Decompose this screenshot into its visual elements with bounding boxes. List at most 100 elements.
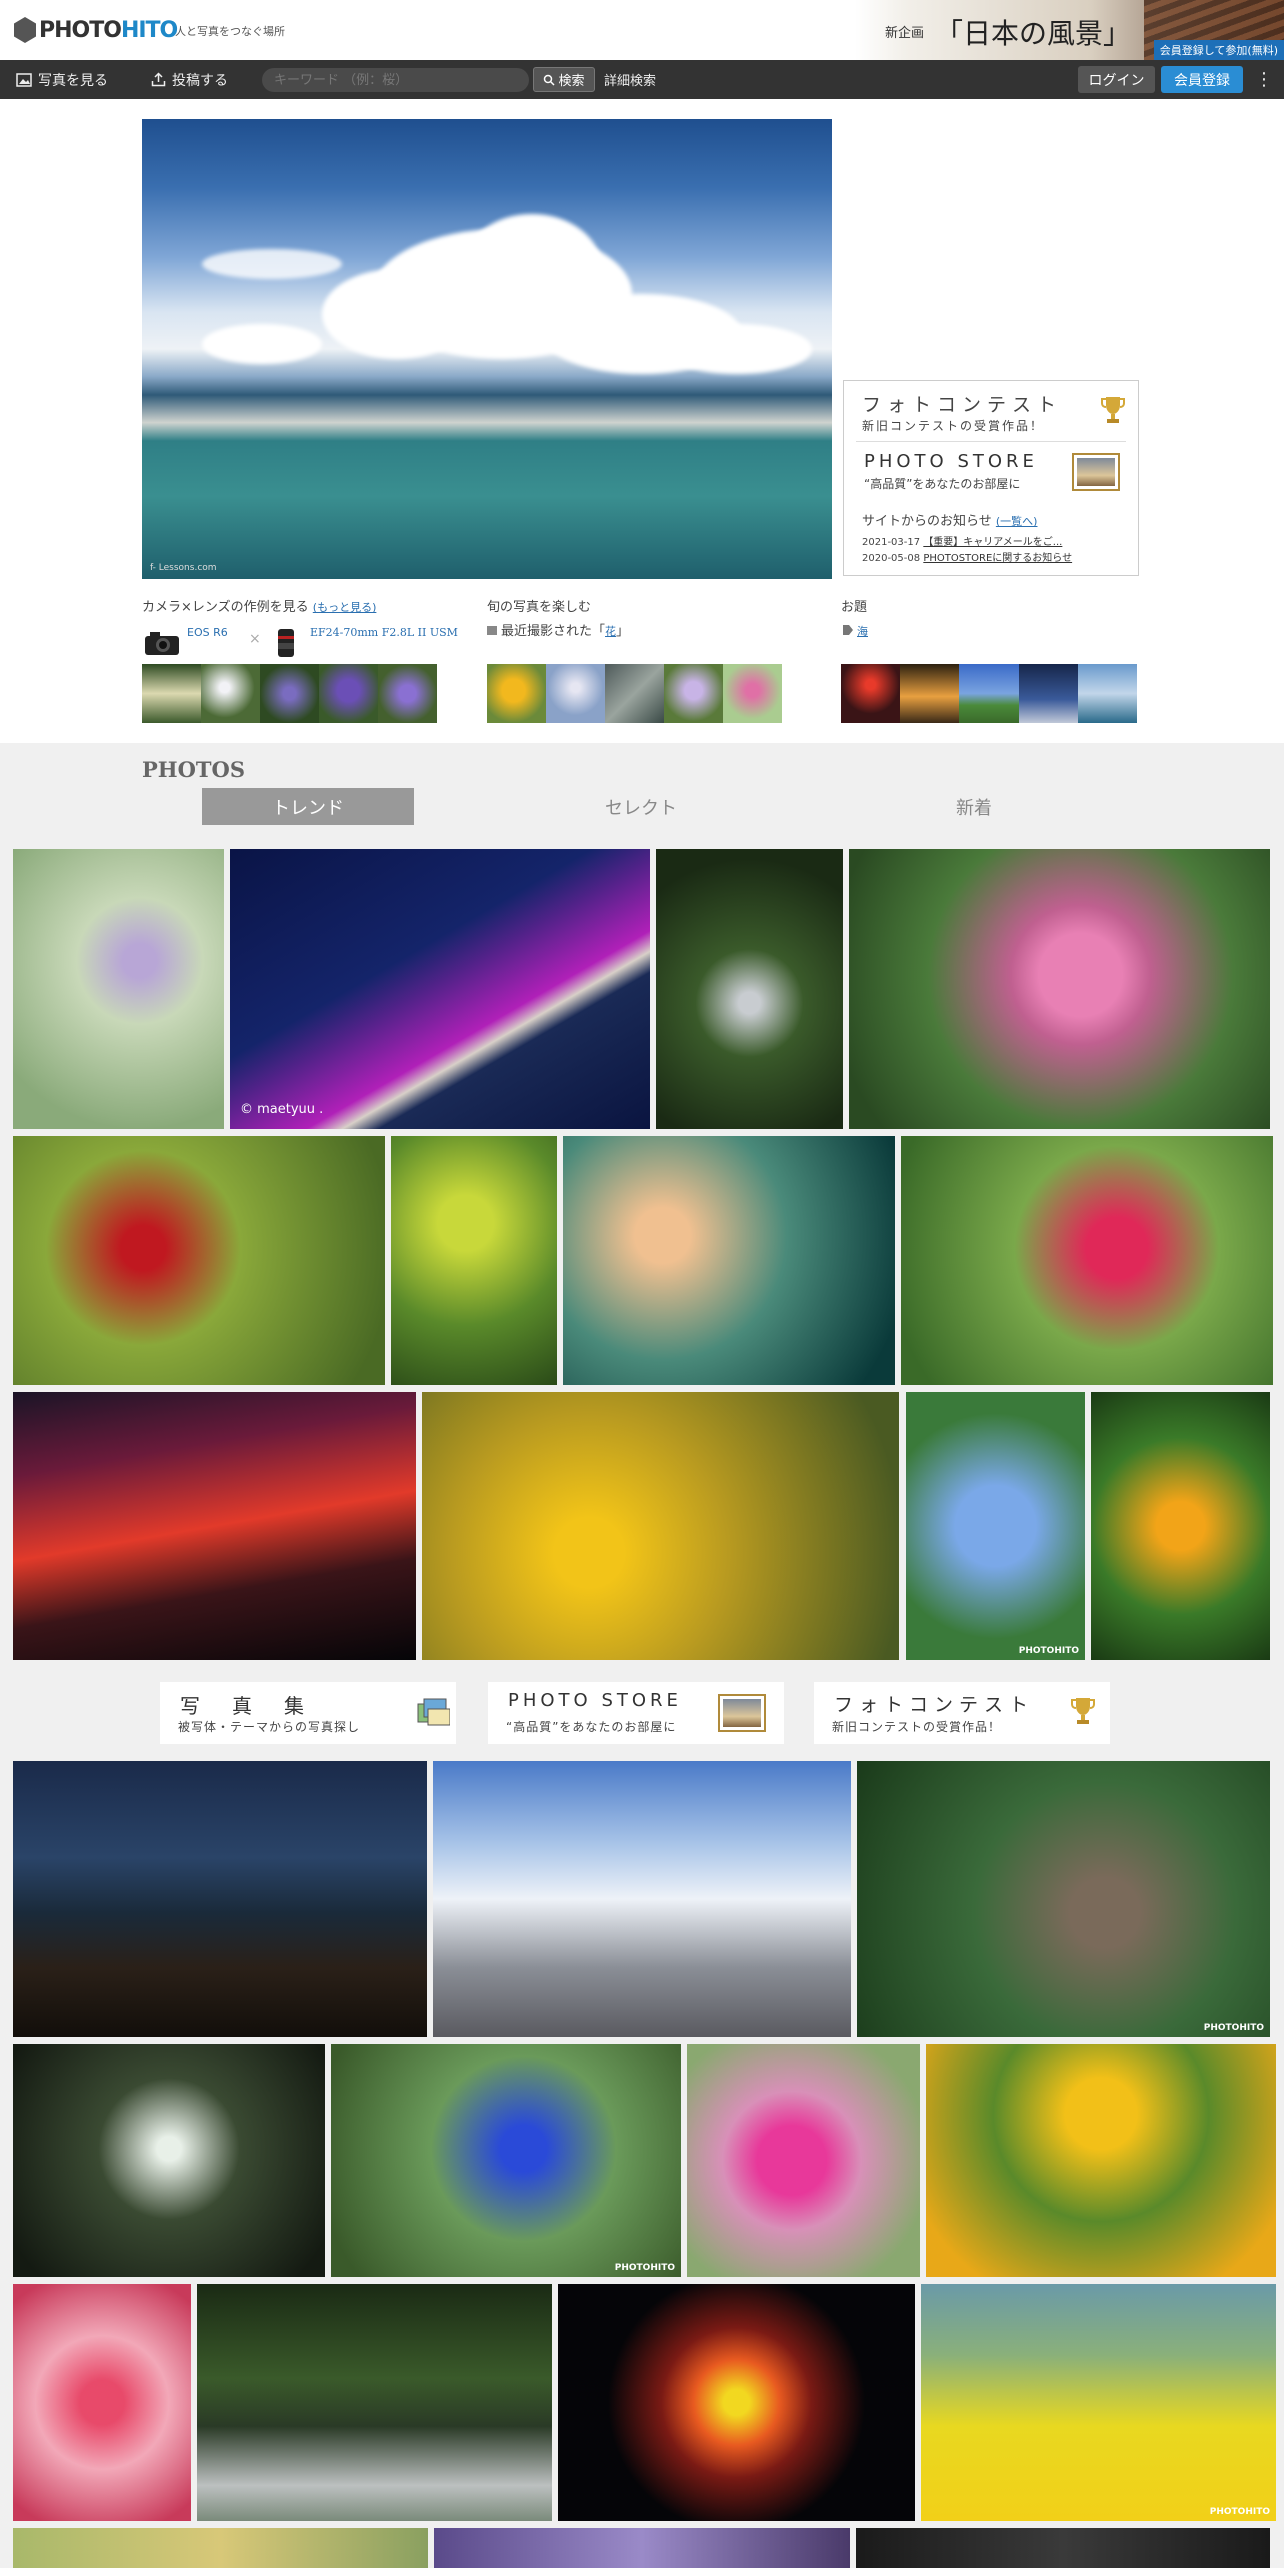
post-label: 投稿する bbox=[172, 72, 228, 89]
photo-tile[interactable] bbox=[433, 1761, 851, 2037]
topic-tag[interactable]: 海 bbox=[843, 623, 868, 639]
banner-title: 「日本の風景」 bbox=[935, 17, 1132, 50]
photo-watermark: PHOTOHITO bbox=[1018, 1646, 1079, 1656]
hero-credit: f- Lessons.com bbox=[150, 563, 217, 573]
hero-photo[interactable]: f- Lessons.com bbox=[142, 119, 832, 579]
divider bbox=[856, 441, 1126, 442]
photo-tile[interactable]: PHOTOHITO bbox=[331, 2044, 681, 2277]
photo-tile[interactable] bbox=[13, 2528, 428, 2568]
photo-album-icon bbox=[417, 1698, 450, 1726]
topic-block-title: お題 bbox=[841, 600, 868, 615]
view-photos-link[interactable]: 写真を見る bbox=[16, 60, 108, 99]
photo-tile[interactable] bbox=[13, 2044, 325, 2277]
banner-lead: 新企画 bbox=[885, 26, 925, 41]
photo-tile[interactable] bbox=[849, 849, 1270, 1129]
logo-hexagon-icon bbox=[14, 17, 36, 43]
news-text: PHOTOSTOREに関するお知らせ bbox=[923, 553, 1073, 564]
photo-tile[interactable] bbox=[197, 2284, 552, 2521]
topic-thumbs[interactable] bbox=[841, 664, 1138, 723]
post-link[interactable]: 投稿する bbox=[151, 60, 228, 99]
promo-title: 写 真 集 bbox=[180, 1694, 310, 1718]
photo-credit: © maetyuu . bbox=[240, 1102, 324, 1117]
photo-tile[interactable] bbox=[434, 2528, 850, 2568]
contest-subtitle: 新旧コンテストの受賞作品！ bbox=[862, 419, 1045, 433]
camera-block-title: カメラ×レンズの作例を見る (もっと見る) bbox=[142, 596, 376, 615]
camera-block-title-text: カメラ×レンズの作例を見る bbox=[142, 600, 309, 615]
calendar-icon bbox=[487, 626, 497, 635]
news-title: サイトからのお知らせ (一覧へ) bbox=[862, 510, 1037, 529]
site-header: PHOTO HITO 人と写真をつなぐ場所 新企画 「日本の風景」 会員登録して参… bbox=[0, 0, 1284, 60]
photo-tile[interactable]: © maetyuu . bbox=[230, 849, 650, 1129]
photo-tile[interactable] bbox=[558, 2284, 915, 2521]
promo-subtitle: 新旧コンテストの受賞作品！ bbox=[832, 1720, 1002, 1734]
photo-tile[interactable] bbox=[1091, 1392, 1270, 1660]
seasonal-label-text: 最近撮影された「 bbox=[501, 624, 606, 639]
times-sign: × bbox=[249, 631, 261, 647]
photo-watermark: PHOTOHITO bbox=[614, 2263, 675, 2273]
photo-tile[interactable] bbox=[687, 2044, 920, 2277]
advanced-search-link[interactable]: 詳細検索 bbox=[604, 60, 656, 99]
promo-subtitle: 被写体・テーマからの写真探し bbox=[178, 1720, 361, 1734]
lens-name[interactable]: EF24-70mm F2.8L II USM bbox=[310, 626, 458, 639]
seasonal-thumbs[interactable] bbox=[487, 664, 782, 723]
tab-trend[interactable]: トレンド bbox=[202, 788, 414, 825]
search-input[interactable] bbox=[262, 68, 529, 92]
camera-name[interactable]: EOS R6 bbox=[187, 626, 228, 639]
contest-promo[interactable]: フォトコンテスト 新旧コンテストの受賞作品！ bbox=[814, 1682, 1110, 1744]
header-banner[interactable]: 新企画 「日本の風景」 会員登録して参加(無料) bbox=[855, 0, 1284, 60]
store-title[interactable]: PHOTO STORE bbox=[864, 451, 1038, 472]
photo-tile[interactable]: PHOTOHITO bbox=[906, 1392, 1085, 1660]
photo-tile[interactable]: PHOTOHITO bbox=[921, 2284, 1276, 2521]
photo-tile[interactable] bbox=[563, 1136, 895, 1385]
logo-text-hito: HITO bbox=[120, 17, 178, 43]
store-subtitle: “高品質”をあなたのお部屋に bbox=[864, 477, 1021, 491]
promo-title: フォトコンテスト bbox=[834, 1694, 1035, 1716]
photo-tile[interactable]: PHOTOHITO bbox=[857, 1761, 1270, 2037]
news-list-link[interactable]: (一覧へ) bbox=[996, 515, 1038, 528]
photo-tile[interactable] bbox=[13, 1761, 427, 2037]
photo-tile[interactable] bbox=[422, 1392, 899, 1660]
search-icon bbox=[544, 74, 556, 86]
news-date: 2020-05-08 bbox=[862, 553, 921, 564]
photo-tile[interactable] bbox=[901, 1136, 1273, 1385]
topic-tag-link[interactable]: 海 bbox=[857, 625, 868, 638]
news-item[interactable]: 2020-05-08 PHOTOSTOREに関するお知らせ bbox=[862, 549, 1072, 564]
site-logo[interactable]: PHOTO HITO bbox=[14, 14, 178, 46]
camera-more-link[interactable]: (もっと見る) bbox=[313, 601, 377, 614]
store-promo[interactable]: PHOTO STORE “高品質”をあなたのお部屋に bbox=[488, 1682, 784, 1744]
photobook-promo[interactable]: 写 真 集 被写体・テーマからの写真探し bbox=[160, 1682, 456, 1744]
image-icon bbox=[16, 72, 32, 87]
tab-new[interactable]: 新着 bbox=[868, 788, 1080, 825]
more-menu-icon[interactable]: ⋮ bbox=[1255, 66, 1273, 93]
signup-button[interactable]: 会員登録 bbox=[1161, 66, 1243, 93]
search-button-label: 検索 bbox=[558, 74, 585, 89]
frame-icon bbox=[1072, 453, 1120, 491]
view-photos-label: 写真を見る bbox=[38, 72, 108, 89]
site-tagline: 人と写真をつなぐ場所 bbox=[175, 25, 285, 38]
search-button[interactable]: 検索 bbox=[533, 67, 595, 92]
seasonal-label: 最近撮影された「花」 bbox=[487, 620, 629, 639]
photo-tile[interactable] bbox=[856, 2528, 1270, 2568]
news-date: 2021-03-17 bbox=[862, 537, 921, 548]
trophy-icon bbox=[1101, 397, 1125, 423]
banner-cta[interactable]: 会員登録して参加(無料) bbox=[1153, 40, 1284, 60]
camera-thumbs[interactable] bbox=[142, 664, 437, 723]
lens-icon bbox=[278, 629, 294, 657]
photo-tile[interactable] bbox=[391, 1136, 557, 1385]
photo-tile[interactable] bbox=[13, 849, 224, 1129]
photo-tile[interactable] bbox=[656, 849, 843, 1129]
photos-heading: PHOTOS bbox=[142, 757, 246, 782]
tab-select[interactable]: セレクト bbox=[535, 788, 747, 825]
upload-icon bbox=[151, 72, 166, 87]
news-item[interactable]: 2021-03-17 【重要】キャリアメールをご... bbox=[862, 533, 1062, 548]
news-text: 【重要】キャリアメールをご... bbox=[923, 537, 1063, 548]
logo-text-photo: PHOTO bbox=[39, 17, 122, 43]
seasonal-tag-link[interactable]: 花 bbox=[605, 625, 616, 638]
photo-tile[interactable] bbox=[13, 1392, 416, 1660]
login-button[interactable]: ログイン bbox=[1078, 66, 1155, 93]
photo-tile[interactable] bbox=[926, 2044, 1276, 2277]
photo-watermark: PHOTOHITO bbox=[1203, 2023, 1264, 2033]
photo-tile[interactable] bbox=[13, 1136, 385, 1385]
photo-tile[interactable] bbox=[13, 2284, 191, 2521]
contest-title[interactable]: フォトコンテスト bbox=[862, 390, 1062, 417]
